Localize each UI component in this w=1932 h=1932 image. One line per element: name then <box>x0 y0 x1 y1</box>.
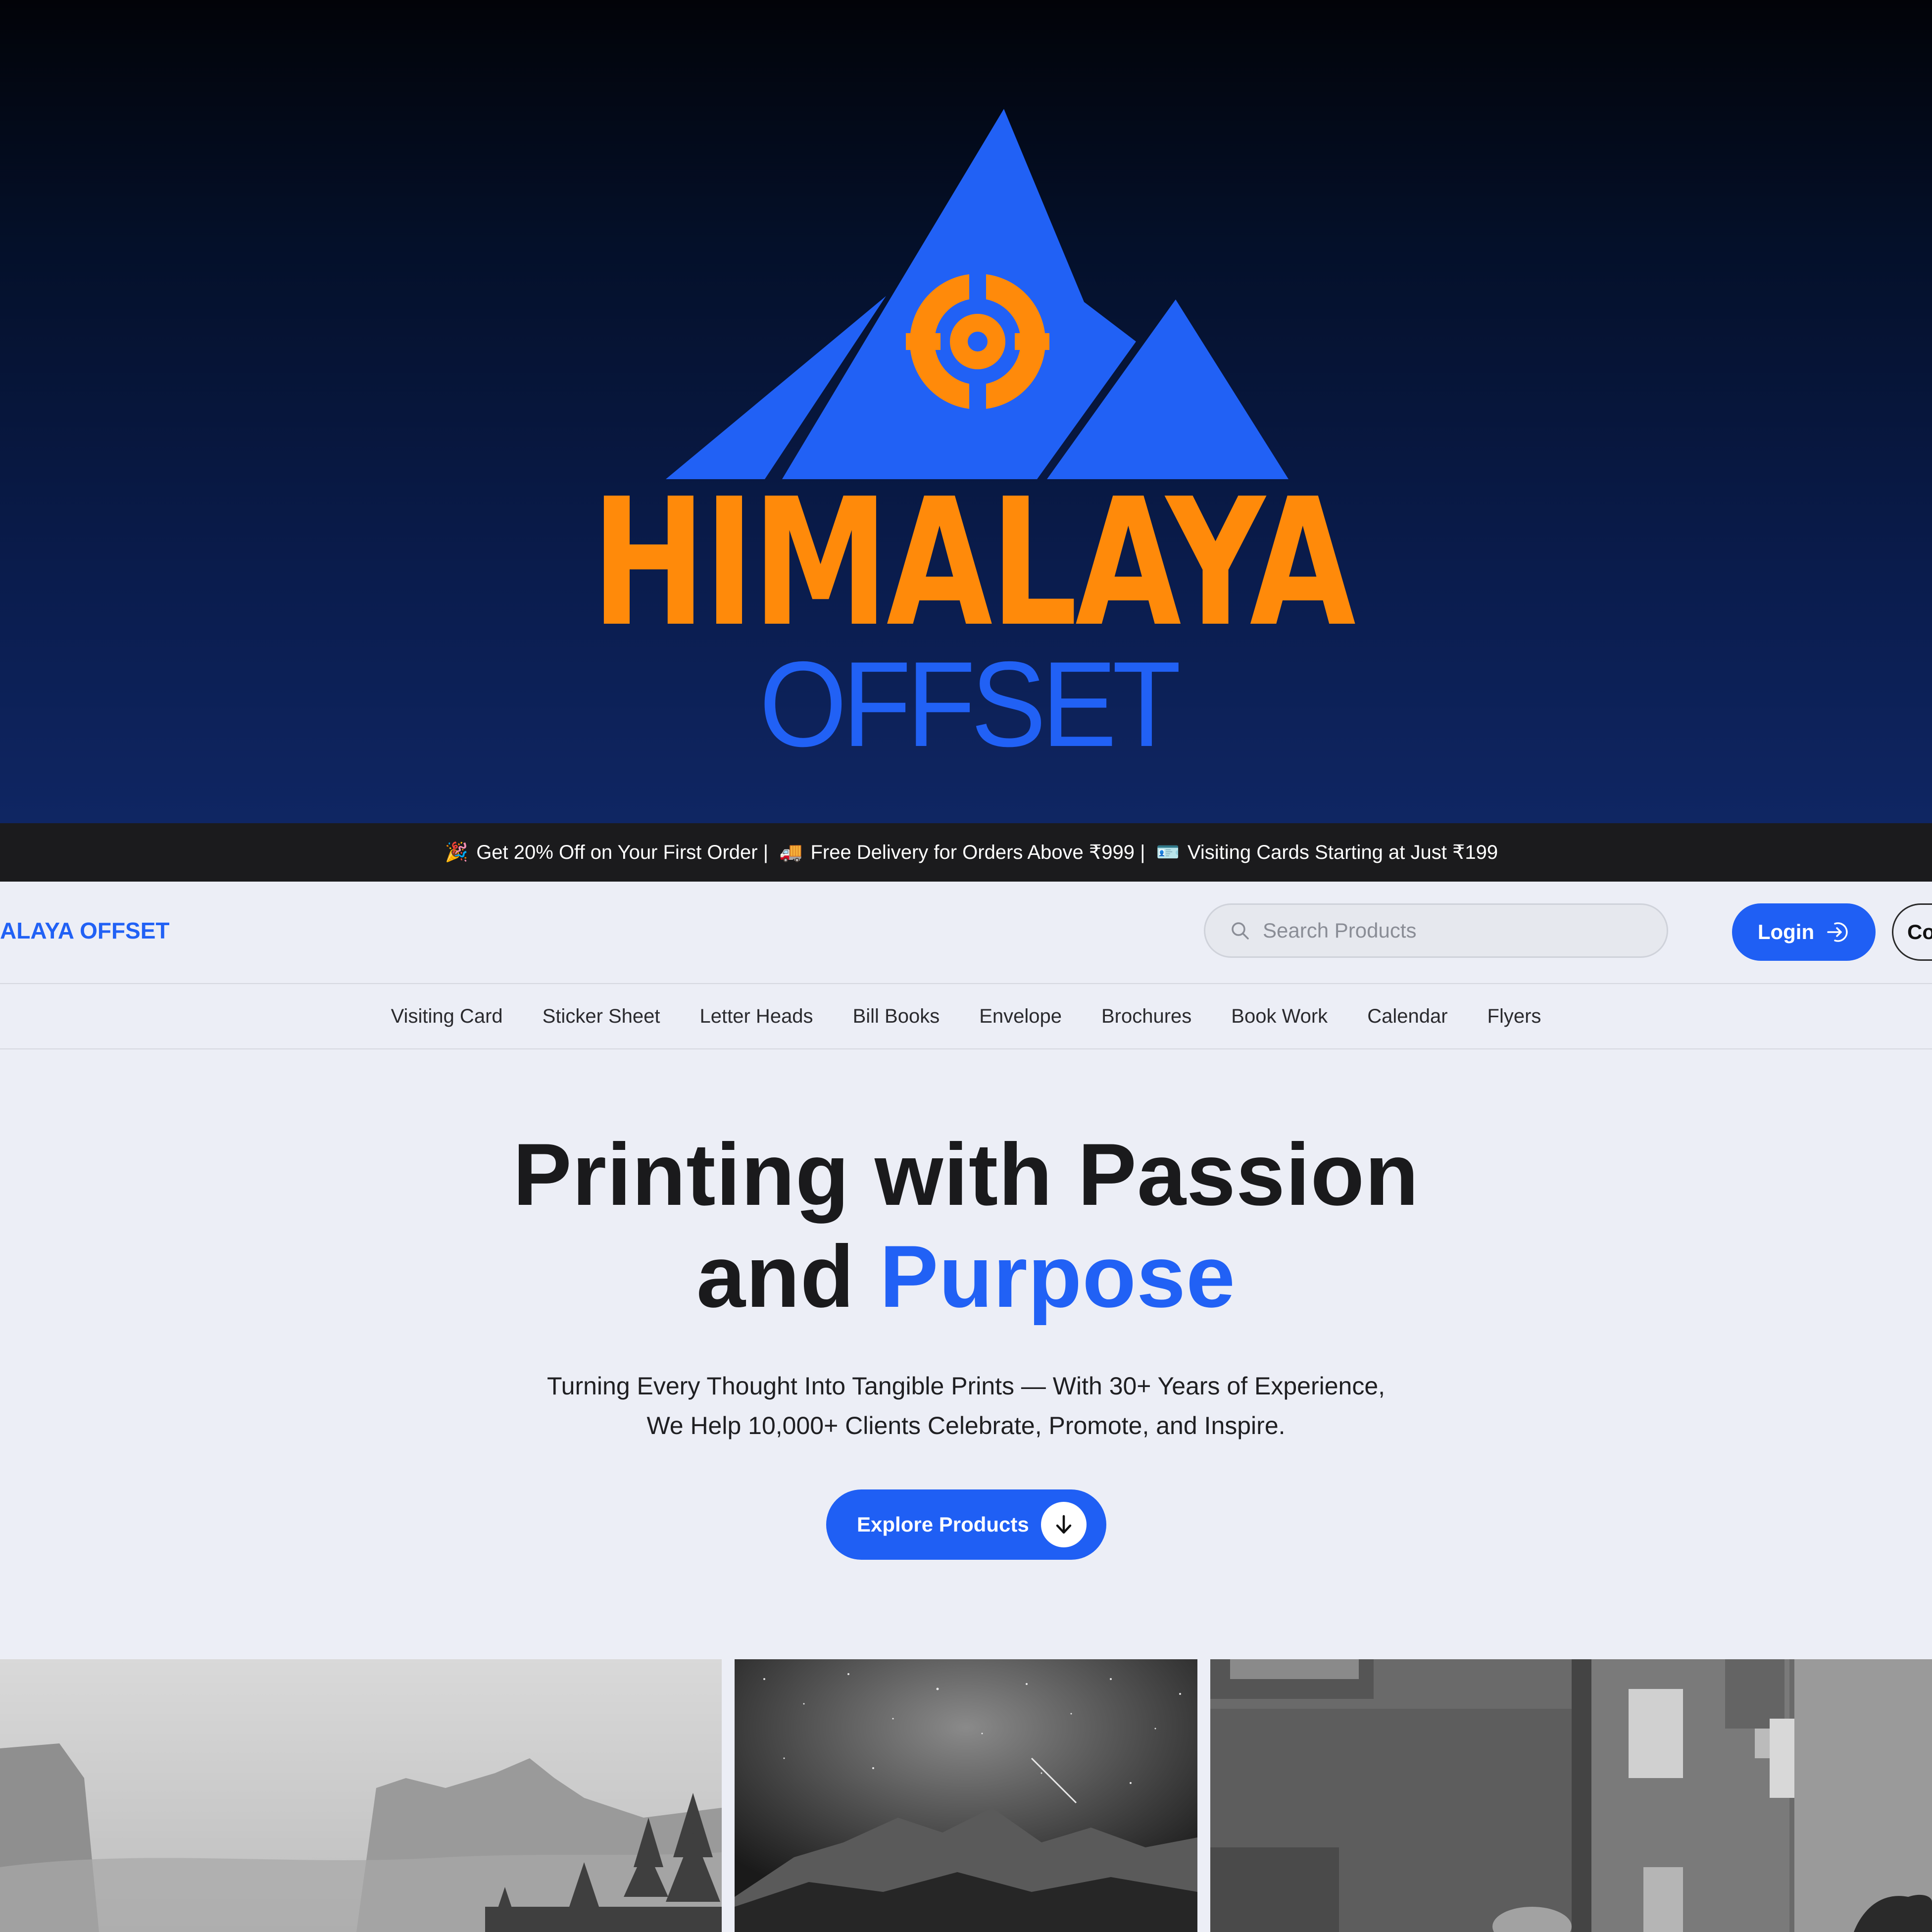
nav-item-envelope[interactable]: Envelope <box>979 1005 1062 1028</box>
nav-item-letter-heads[interactable]: Letter Heads <box>700 1005 813 1028</box>
delivery-truck-icon: 🚚 <box>779 842 803 863</box>
announcement-item: Get 20% Off on Your First Order | <box>476 841 769 863</box>
logo-word-himalaya: HIMALAYA <box>591 460 1355 665</box>
main-headline: Printing with Passion and Purpose <box>0 1124 1932 1328</box>
misty-valley-image <box>0 1659 722 1932</box>
nav-item-brochures[interactable]: Brochures <box>1101 1005 1191 1028</box>
hero-subheading: Turning Every Thought Into Tangible Prin… <box>0 1366 1932 1445</box>
hero-logo-banner: HIMALAYA OFFSET <box>0 0 1932 823</box>
category-nav: Visiting Card Sticker Sheet Letter Heads… <box>0 984 1932 1049</box>
modern-house-image <box>1210 1659 1932 1932</box>
search-input[interactable] <box>1262 918 1650 943</box>
nav-item-bill-books[interactable]: Bill Books <box>853 1005 940 1028</box>
page: HIMALAYA OFFSET 🎉 Get 20% Off on Your Fi… <box>0 0 1932 1932</box>
site-header: ALAYA OFFSET Login Co <box>0 882 1932 984</box>
brand-logo-link[interactable]: ALAYA OFFSET <box>0 917 170 944</box>
explore-label: Explore Products <box>857 1513 1029 1536</box>
subheading-line-2: We Help 10,000+ Clients Celebrate, Promo… <box>646 1412 1286 1439</box>
id-card-icon: 🪪 <box>1156 842 1180 863</box>
nav-item-calendar[interactable]: Calendar <box>1367 1005 1447 1028</box>
logo-word-offset: OFFSET <box>759 636 1181 772</box>
party-popper-icon: 🎉 <box>445 842 469 863</box>
announcement-item: Visiting Cards Starting at Just ₹199 <box>1187 842 1498 863</box>
subheading-line-1: Turning Every Thought Into Tangible Prin… <box>546 1372 1386 1400</box>
nav-item-visiting-card[interactable]: Visiting Card <box>391 1005 503 1028</box>
headline-line-1: Printing with Passion <box>513 1125 1419 1224</box>
explore-products-button[interactable]: Explore Products <box>826 1489 1106 1560</box>
image-gallery <box>0 1659 1932 1932</box>
login-button[interactable]: Login <box>1732 903 1876 961</box>
nav-item-sticker-sheet[interactable]: Sticker Sheet <box>543 1005 660 1028</box>
headline-accent: Purpose <box>879 1227 1236 1326</box>
contact-label: Co <box>1907 920 1932 943</box>
announcement-bar: 🎉 Get 20% Off on Your First Order | 🚚 Fr… <box>0 823 1932 882</box>
login-label: Login <box>1757 920 1815 943</box>
himalaya-logo-mountain-icon <box>666 109 1288 479</box>
starry-mountain-image <box>735 1659 1197 1932</box>
nav-item-flyers[interactable]: Flyers <box>1487 1005 1541 1028</box>
contact-button[interactable]: Co <box>1892 903 1932 961</box>
search-bar[interactable] <box>1204 903 1668 958</box>
search-icon <box>1232 922 1249 940</box>
login-arrow-icon <box>1827 922 1848 942</box>
arrow-down-circle <box>1041 1502 1087 1547</box>
headline-line-2-start: and <box>696 1227 855 1326</box>
announcement-item: Free Delivery for Orders Above ₹999 | <box>810 842 1145 863</box>
arrow-down-icon <box>1056 1515 1072 1534</box>
nav-item-book-work[interactable]: Book Work <box>1231 1005 1328 1028</box>
